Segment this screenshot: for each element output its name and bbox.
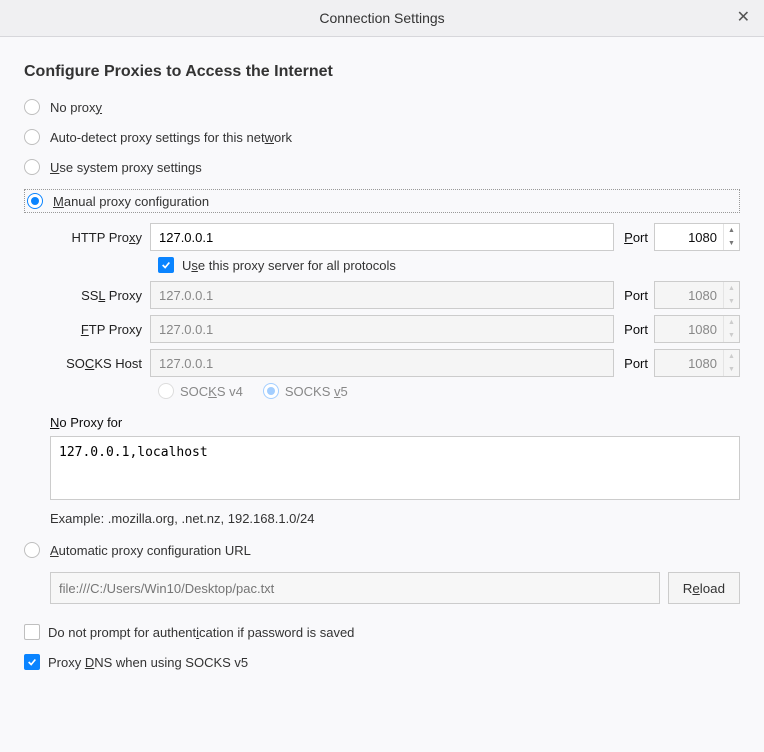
radio-auto-detect[interactable]: Auto-detect proxy settings for this netw…: [24, 129, 740, 145]
socks-host-input: [150, 349, 614, 377]
spinner-down-icon: ▼: [724, 295, 739, 308]
ftp-port-input: [655, 322, 723, 337]
ssl-proxy-row: SSL Proxy Port ▲▼: [50, 281, 740, 309]
socks-host-label: SOCKS Host: [50, 356, 150, 371]
radio-label: Use system proxy settings: [50, 160, 202, 175]
http-proxy-input[interactable]: [150, 223, 614, 251]
radio-icon[interactable]: [24, 99, 40, 115]
example-hint: Example: .mozilla.org, .net.nz, 192.168.…: [50, 511, 740, 526]
radio-no-proxy[interactable]: No proxy: [24, 99, 740, 115]
radio-manual-proxy[interactable]: Manual proxy configuration: [24, 189, 740, 213]
radio-icon[interactable]: [27, 193, 43, 209]
radio-icon[interactable]: [24, 129, 40, 145]
radio-label: No proxy: [50, 100, 102, 115]
dialog-title: Connection Settings: [0, 10, 764, 26]
pac-url-input: [50, 572, 660, 604]
radio-label: Auto-detect proxy settings for this netw…: [50, 130, 292, 145]
radio-label: Automatic proxy configuration URL: [50, 543, 251, 558]
port-label: Port: [614, 230, 654, 245]
proxy-form: HTTP Proxy Port ▲ ▼ Use this proxy serve…: [50, 223, 740, 526]
socks-port-input: [655, 356, 723, 371]
socks-port-box: ▲▼: [654, 349, 740, 377]
port-label: Port: [614, 288, 654, 303]
ftp-proxy-input: [150, 315, 614, 343]
radio-use-system[interactable]: Use system proxy settings: [24, 159, 740, 175]
spinner-up-icon: ▲: [724, 282, 739, 295]
socks-v5-label: SOCKS v5: [285, 384, 348, 399]
proxy-dns-row[interactable]: Proxy DNS when using SOCKS v5: [24, 654, 740, 670]
http-port-box: ▲ ▼: [654, 223, 740, 251]
dialog-header: Connection Settings ✕: [0, 0, 764, 37]
radio-icon[interactable]: [263, 383, 279, 399]
spinner-down-icon[interactable]: ▼: [724, 237, 739, 250]
checkbox-icon[interactable]: [24, 624, 40, 640]
radio-icon[interactable]: [24, 159, 40, 175]
ftp-proxy-label: FTP Proxy: [50, 322, 150, 337]
radio-label: Manual proxy configuration: [53, 194, 209, 209]
use-all-protocols-row[interactable]: Use this proxy server for all protocols: [158, 257, 740, 273]
checkbox-icon[interactable]: [24, 654, 40, 670]
close-icon[interactable]: ✕: [737, 10, 750, 26]
socks-v4-label: SOCKS v4: [180, 384, 243, 399]
socks-version-row: SOCKS v4 SOCKS v5: [158, 383, 740, 399]
port-label: Port: [614, 322, 654, 337]
spinner-down-icon: ▼: [724, 329, 739, 342]
no-proxy-for-label: No Proxy for: [50, 415, 740, 430]
port-label: Port: [614, 356, 654, 371]
spinner-up-icon: ▲: [724, 316, 739, 329]
ftp-port-box: ▲▼: [654, 315, 740, 343]
checkbox-label: Use this proxy server for all protocols: [182, 258, 396, 273]
ssl-port-input: [655, 288, 723, 303]
checkbox-label: Proxy DNS when using SOCKS v5: [48, 655, 248, 670]
checkbox-icon[interactable]: [158, 257, 174, 273]
checkbox-label: Do not prompt for authentication if pass…: [48, 625, 354, 640]
ssl-proxy-input: [150, 281, 614, 309]
radio-auto-config-url[interactable]: Automatic proxy configuration URL: [24, 542, 740, 558]
ftp-proxy-row: FTP Proxy Port ▲▼: [50, 315, 740, 343]
section-title: Configure Proxies to Access the Internet: [24, 63, 740, 81]
spinner-up-icon[interactable]: ▲: [724, 224, 739, 237]
radio-icon[interactable]: [158, 383, 174, 399]
http-proxy-row: HTTP Proxy Port ▲ ▼: [50, 223, 740, 251]
socks-host-row: SOCKS Host Port ▲▼: [50, 349, 740, 377]
radio-icon[interactable]: [24, 542, 40, 558]
http-proxy-label: HTTP Proxy: [50, 230, 150, 245]
pac-row: Reload: [50, 572, 740, 604]
ssl-port-box: ▲▼: [654, 281, 740, 309]
spinner-up-icon: ▲: [724, 350, 739, 363]
no-prompt-auth-row[interactable]: Do not prompt for authentication if pass…: [24, 624, 740, 640]
spinner-down-icon: ▼: [724, 363, 739, 376]
http-port-input[interactable]: [655, 230, 723, 245]
no-proxy-textarea[interactable]: 127.0.0.1,localhost: [50, 436, 740, 500]
reload-button[interactable]: Reload: [668, 572, 740, 604]
ssl-proxy-label: SSL Proxy: [50, 288, 150, 303]
